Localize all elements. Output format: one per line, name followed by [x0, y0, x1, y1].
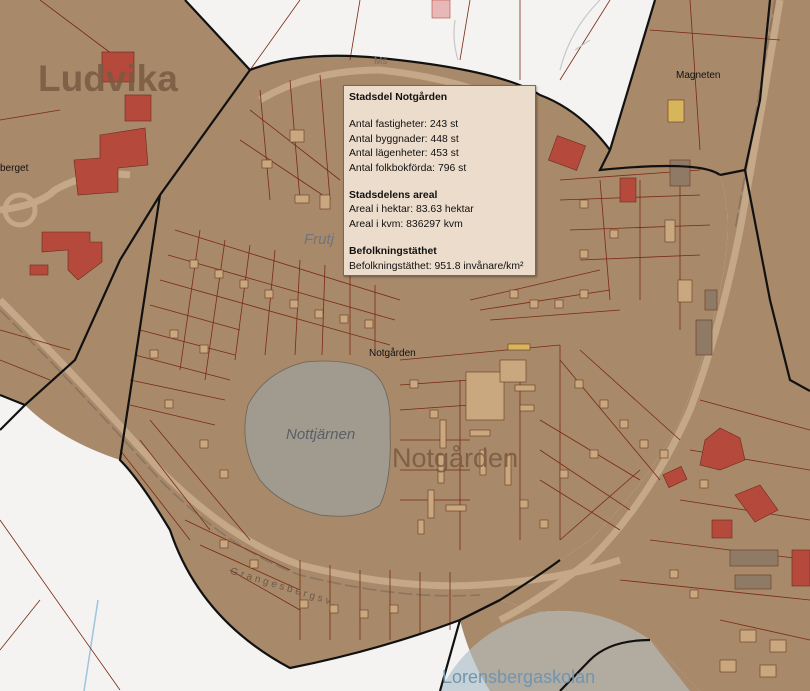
popup-folkbokforda: Antal folkbokförda: 796 st [349, 162, 467, 174]
point-label-berget: berget [0, 163, 29, 174]
lake-label-lorensberga: Lorensbergaskolan [442, 667, 596, 687]
point-label-notgarden: Notgården [369, 348, 416, 359]
lake-label-nottjarnen: Nottjärnen [286, 426, 356, 443]
popup-tathet: Befolkningstäthet: 951.8 invånare/km² [349, 260, 524, 272]
popup-title: Stadsdel Notgården [349, 92, 448, 103]
popup-befolkning-heading: Befolkningstäthet [349, 246, 437, 258]
district-label-notgarden: Notgården [392, 443, 519, 473]
district-info-popup: Stadsdel Notgården Antal fastigheter: 24… [343, 85, 536, 276]
road-label-ms: Ms [374, 56, 388, 67]
popup-kvm: Areal i kvm: 836297 kvm [349, 218, 463, 230]
city-label-ludvika: Ludvika [38, 58, 178, 99]
popup-byggnader: Antal byggnader: 448 st [349, 133, 459, 145]
popup-fastigheter: Antal fastigheter: 243 st [349, 119, 459, 131]
point-label-magneten: Magneten [676, 70, 721, 81]
popup-hektar: Areal i hektar: 83.63 hektar [349, 204, 474, 216]
road-label-frutj: Frutj [304, 231, 334, 248]
popup-lagenheter: Antal lägenheter: 453 st [349, 148, 459, 160]
popup-areal-heading: Stadsdelens areal [349, 190, 438, 202]
